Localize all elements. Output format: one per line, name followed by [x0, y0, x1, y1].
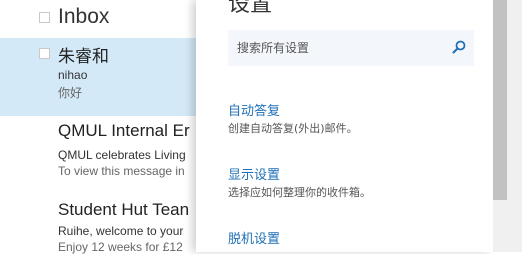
scrollbar-thumb[interactable] — [493, 0, 507, 200]
mail-preview: 你好 — [58, 86, 83, 100]
setting-offline-settings-link[interactable]: 脱机设置 — [228, 228, 280, 247]
mail-subject: QMUL celebrates Living — [58, 148, 186, 162]
settings-panel: 设置 自动答复 创建自动答复(外出)邮件。 显示设置 选择应如何整理你的收件箱。… — [196, 0, 493, 252]
setting-display-settings-link[interactable]: 显示设置 — [228, 164, 280, 183]
mail-subject: Ruihe, welcome to your — [58, 224, 184, 238]
inbox-title: Inbox — [58, 5, 110, 28]
mail-sender: 朱睿和 — [58, 47, 109, 66]
search-icon[interactable] — [452, 40, 466, 54]
mail-preview: To view this message in — [58, 164, 185, 178]
setting-display-settings-description: 选择应如何整理你的收件箱。 — [228, 186, 371, 199]
setting-automatic-replies-link[interactable]: 自动答复 — [228, 100, 280, 119]
mail-item-checkbox[interactable] — [39, 48, 50, 59]
settings-search-input[interactable] — [237, 39, 437, 57]
mail-sender: QMUL Internal Er — [58, 121, 190, 140]
mail-sender: Student Hut Tean — [58, 200, 190, 219]
settings-title: 设置 — [228, 0, 273, 17]
setting-automatic-replies-description: 创建自动答复(外出)邮件。 — [228, 122, 358, 135]
mail-subject: nihao — [58, 68, 88, 82]
settings-search-box[interactable] — [228, 30, 474, 66]
select-all-checkbox[interactable] — [39, 12, 50, 23]
